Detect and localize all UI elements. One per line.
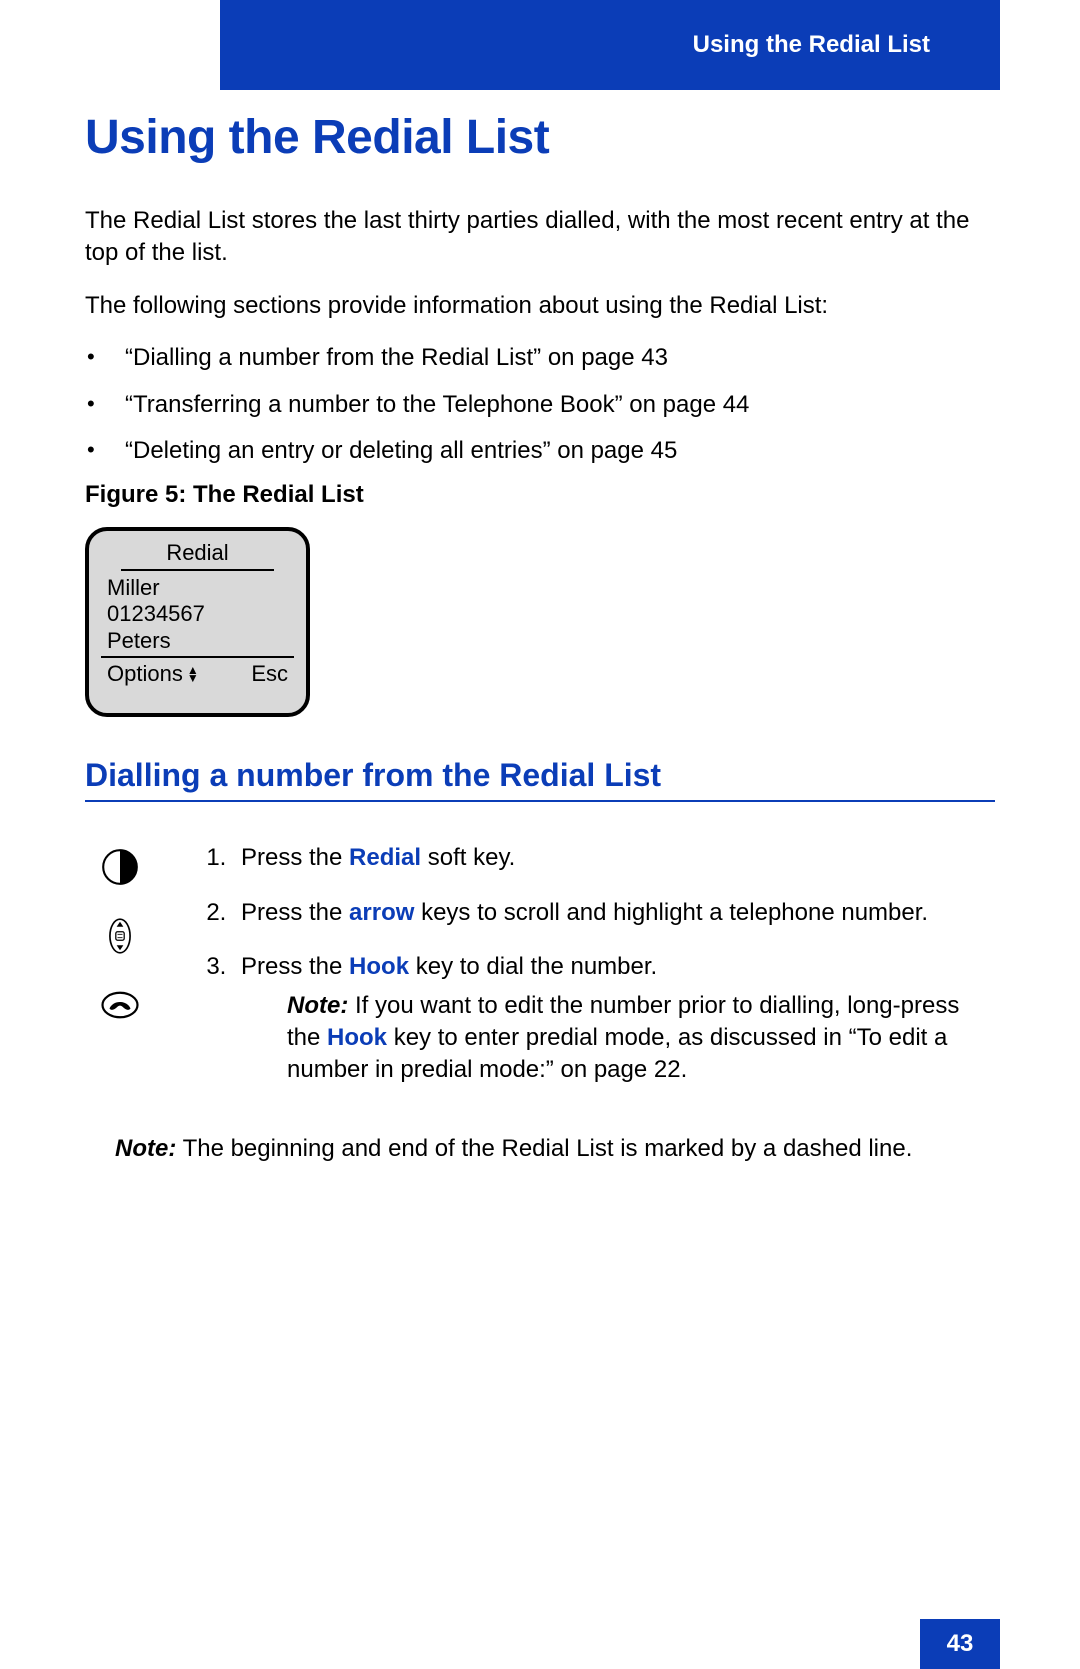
step-text: key to dial the number. — [409, 953, 657, 980]
softkey-icon — [99, 846, 141, 893]
section-link: “Dialling a number from the Redial List”… — [125, 342, 995, 374]
phone-entry: 01234567 — [107, 601, 294, 627]
step-text: Press the — [241, 844, 349, 871]
softkey-options: Options — [107, 660, 183, 688]
page-number: 43 — [920, 1619, 1000, 1669]
updown-arrows-icon: ▲▼ — [187, 666, 199, 682]
inline-note: Note: If you want to edit the number pri… — [287, 990, 995, 1087]
section-links-list: “Dialling a number from the Redial List”… — [85, 342, 995, 467]
step-text: Press the — [241, 899, 349, 926]
step-icons — [85, 842, 155, 1108]
keyword-redial: Redial — [349, 844, 421, 871]
step-text: keys to scroll and highlight a telephone… — [414, 899, 928, 926]
softkey-esc: Esc — [251, 660, 288, 688]
note-text: The beginning and end of the Redial List… — [176, 1135, 912, 1162]
section-link: “Transferring a number to the Telephone … — [125, 389, 995, 421]
intro-paragraph-2: The following sections provide informati… — [85, 290, 995, 322]
note-label: Note: — [287, 992, 348, 1019]
step-text: soft key. — [421, 844, 515, 871]
step-item: Press the Hook key to dial the number. N… — [233, 951, 995, 1087]
steps-block: Press the Redial soft key. Press the arr… — [85, 842, 995, 1108]
hook-key-icon — [99, 984, 141, 1031]
section-heading: Dialling a number from the Redial List — [85, 757, 995, 802]
header-bar: Using the Redial List — [220, 0, 1000, 90]
steps-list: Press the Redial soft key. Press the arr… — [195, 842, 995, 1086]
keyword-hook: Hook — [327, 1024, 387, 1051]
page-title: Using the Redial List — [85, 110, 995, 165]
keyword-arrow: arrow — [349, 899, 414, 926]
step-text: Press the — [241, 953, 349, 980]
phone-screen-footer: Options ▲▼ Esc — [101, 660, 294, 688]
running-title: Using the Redial List — [693, 31, 930, 59]
figure-caption: Figure 5: The Redial List — [85, 481, 995, 509]
phone-screen-figure: Redial Miller 01234567 Peters Options ▲▼… — [85, 527, 310, 717]
note-text: key to enter predial mode, as discussed … — [287, 1024, 947, 1083]
note-label: Note: — [115, 1135, 176, 1162]
steps-text: Press the Redial soft key. Press the arr… — [195, 842, 995, 1108]
section-link: “Deleting an entry or deleting all entri… — [125, 435, 995, 467]
phone-screen-entries: Miller 01234567 Peters — [101, 575, 294, 658]
step-item: Press the Redial soft key. — [233, 842, 995, 874]
page-content: Using the Redial List The Redial List st… — [85, 110, 995, 1165]
phone-screen-title: Redial — [121, 537, 274, 571]
step-item: Press the arrow keys to scroll and highl… — [233, 897, 995, 929]
phone-entry: Miller — [107, 575, 294, 601]
navigation-key-icon — [99, 915, 141, 962]
phone-entry: Peters — [107, 628, 294, 654]
keyword-hook: Hook — [349, 953, 409, 980]
final-note: Note: The beginning and end of the Redia… — [115, 1133, 995, 1165]
intro-paragraph-1: The Redial List stores the last thirty p… — [85, 205, 995, 270]
